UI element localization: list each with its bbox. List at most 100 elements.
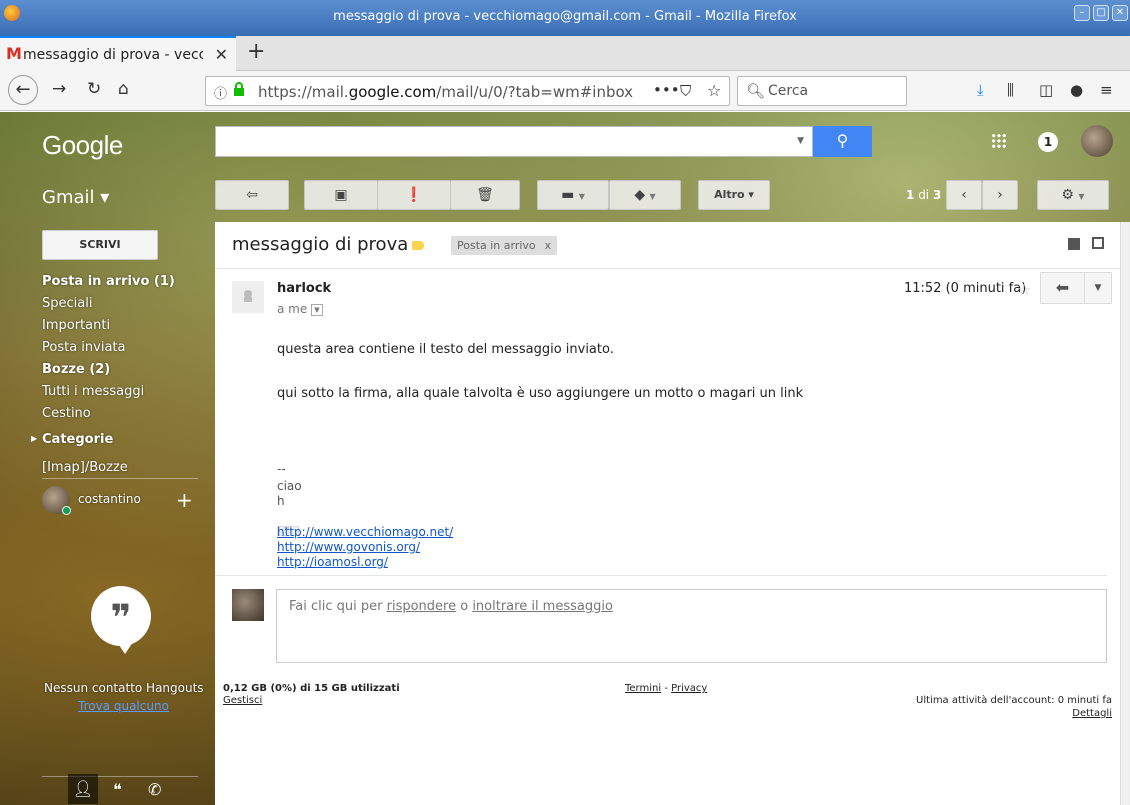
sidebar-item-important[interactable]: Importanti: [42, 318, 110, 333]
download-icon[interactable]: ⤓: [977, 81, 984, 99]
sidebar-item-all-mail[interactable]: Tutti i messaggi: [42, 384, 144, 399]
newer-button[interactable]: ‹: [946, 180, 982, 210]
message-body-line: questa area contiene il testo del messag…: [277, 342, 614, 357]
menu-icon[interactable]: ≡: [1100, 81, 1113, 99]
url-text: https://mail.google.com/mail/u/0/?tab=wm…: [258, 83, 634, 101]
bookmark-star-icon[interactable]: ☆: [707, 81, 721, 100]
reply-button[interactable]: ⬅: [1040, 272, 1085, 304]
archive-button[interactable]: ▣: [304, 180, 378, 210]
reload-button[interactable]: ↻: [87, 79, 101, 99]
manage-storage-link[interactable]: Gestisci: [223, 695, 262, 706]
signature-link[interactable]: http://www.govonis.org/: [277, 540, 420, 554]
find-someone-link[interactable]: Trova qualcuno: [78, 699, 169, 713]
important-marker-icon[interactable]: [412, 241, 424, 250]
delete-button[interactable]: 🗑︎: [450, 180, 520, 210]
home-button[interactable]: ⌂: [118, 79, 129, 99]
close-window-icon[interactable]: ✕: [1112, 5, 1128, 21]
sender-avatar[interactable]: [232, 281, 264, 313]
report-spam-button[interactable]: ❗: [377, 180, 451, 210]
compose-button[interactable]: SCRIVI: [42, 230, 158, 260]
info-icon[interactable]: ⓘ: [214, 83, 227, 102]
back-to-inbox-button[interactable]: ⇦: [215, 180, 289, 210]
add-contact-icon[interactable]: +: [176, 488, 193, 512]
new-window-icon[interactable]: [1092, 237, 1104, 249]
tab-gmail[interactable]: M messaggio di prova - vecchiomago@gmail…: [0, 36, 236, 71]
recipient-text: a me: [277, 302, 308, 316]
signature-link[interactable]: http://ioamosl.org/: [277, 555, 388, 569]
folder-chip: Posta in arrivo x: [451, 236, 558, 255]
contacts-tab-icon[interactable]: 👤︎: [68, 774, 98, 804]
privacy-link[interactable]: Privacy: [671, 683, 707, 694]
sidebar-item-inbox[interactable]: Posta in arrivo (1): [42, 274, 175, 289]
extension-icon[interactable]: ●: [1070, 81, 1083, 99]
hangouts-user-name[interactable]: costantino: [78, 492, 141, 506]
details-link[interactable]: Dettagli: [1072, 708, 1112, 719]
sidebar-item-categories[interactable]: Categorie: [42, 432, 113, 447]
search-bar[interactable]: 🔍︎ Cerca: [737, 76, 907, 106]
search-icon: 🔍︎: [746, 82, 766, 100]
new-tab-button[interactable]: +: [247, 39, 265, 64]
maximize-icon[interactable]: □: [1093, 5, 1109, 21]
forward-link[interactable]: inoltrare il messaggio: [472, 599, 613, 614]
gmail-favicon-icon: M: [6, 44, 22, 63]
window-title: messaggio di prova - vecchiomago@gmail.c…: [333, 9, 797, 24]
signature-line: ciao: [277, 479, 302, 493]
account-avatar[interactable]: [1081, 125, 1113, 157]
sidebar-item-drafts[interactable]: Bozze (2): [42, 362, 110, 377]
last-activity-text: Ultima attività dell'account: 0 minuti f…: [916, 695, 1112, 706]
divider: [215, 575, 1107, 576]
no-contacts-text: Nessun contatto Hangouts: [44, 681, 204, 695]
hangouts-logo-icon: ❞: [91, 586, 151, 646]
print-icon[interactable]: [1068, 238, 1080, 250]
more-button[interactable]: Altro ▾: [698, 180, 770, 210]
sidebar-item-imap-drafts[interactable]: [Imap]/Bozze: [42, 460, 128, 475]
sidebar-item-sent[interactable]: Posta inviata: [42, 340, 125, 355]
divider: [42, 776, 198, 777]
phone-tab-icon[interactable]: ✆: [148, 780, 161, 799]
tab-close-icon[interactable]: ✕: [215, 45, 228, 64]
my-avatar: [232, 589, 264, 621]
reply-link[interactable]: rispondere: [387, 599, 456, 614]
url-bar[interactable]: ⓘ https://mail.google.com/mail/u/0/?tab=…: [205, 76, 730, 106]
hangouts-logo-tail: [117, 642, 133, 654]
minimize-icon[interactable]: –: [1074, 5, 1090, 21]
folder-chip-label: Posta in arrivo: [457, 239, 536, 252]
expand-arrow-icon[interactable]: ▶: [31, 434, 37, 443]
hangouts-tab-icon[interactable]: ❝: [113, 780, 122, 799]
star-icon[interactable]: ☆: [1017, 280, 1031, 299]
sidebar-icon[interactable]: ◫: [1039, 81, 1053, 99]
move-to-button[interactable]: ▬ ▼: [537, 180, 609, 210]
tab-strip: M messaggio di prova - vecchiomago@gmail…: [0, 36, 1130, 71]
back-button[interactable]: ←: [8, 75, 38, 105]
signature-link[interactable]: http://www.vecchiomago.net/: [277, 525, 453, 539]
gmail-menu[interactable]: Gmail ▾: [42, 187, 109, 208]
reply-box[interactable]: Fai clic qui per rispondere o inoltrare …: [276, 589, 1107, 663]
scrollbar[interactable]: [1120, 222, 1130, 805]
apps-grid-icon[interactable]: [991, 133, 1007, 149]
labels-button[interactable]: ◆ ▼: [609, 180, 681, 210]
storage-usage: 0,12 GB (0%) di 15 GB utilizzati: [223, 683, 400, 694]
google-logo[interactable]: Google: [42, 130, 123, 161]
forward-button[interactable]: →: [52, 79, 66, 99]
footer-links: Termini - Privacy: [625, 683, 708, 694]
signature-dashes: --: [277, 462, 286, 476]
lock-icon: [234, 82, 244, 96]
library-icon[interactable]: ⫼: [1007, 81, 1014, 99]
notifications-badge[interactable]: 1: [1038, 132, 1058, 152]
reply-box-text: Fai clic qui per rispondere o inoltrare …: [289, 599, 613, 614]
mail-search-button[interactable]: ⚲: [813, 126, 872, 157]
terms-link[interactable]: Termini: [625, 683, 661, 694]
sidebar-item-starred[interactable]: Speciali: [42, 296, 92, 311]
pocket-icon[interactable]: ⛉: [680, 82, 691, 100]
folder-chip-remove[interactable]: x: [545, 239, 552, 252]
more-actions-button[interactable]: ▼: [1084, 272, 1112, 304]
search-options-icon[interactable]: ▼: [797, 136, 804, 146]
page-actions-icon[interactable]: •••: [653, 81, 680, 99]
show-details-icon[interactable]: ▼: [311, 304, 323, 316]
sidebar-item-trash[interactable]: Cestino: [42, 406, 91, 421]
search-placeholder: Cerca: [768, 83, 809, 99]
mail-search-input[interactable]: ▼: [215, 126, 813, 157]
settings-button[interactable]: ⚙ ▼: [1037, 180, 1109, 210]
sender-name[interactable]: harlock: [277, 281, 331, 296]
older-button[interactable]: ›: [982, 180, 1018, 210]
